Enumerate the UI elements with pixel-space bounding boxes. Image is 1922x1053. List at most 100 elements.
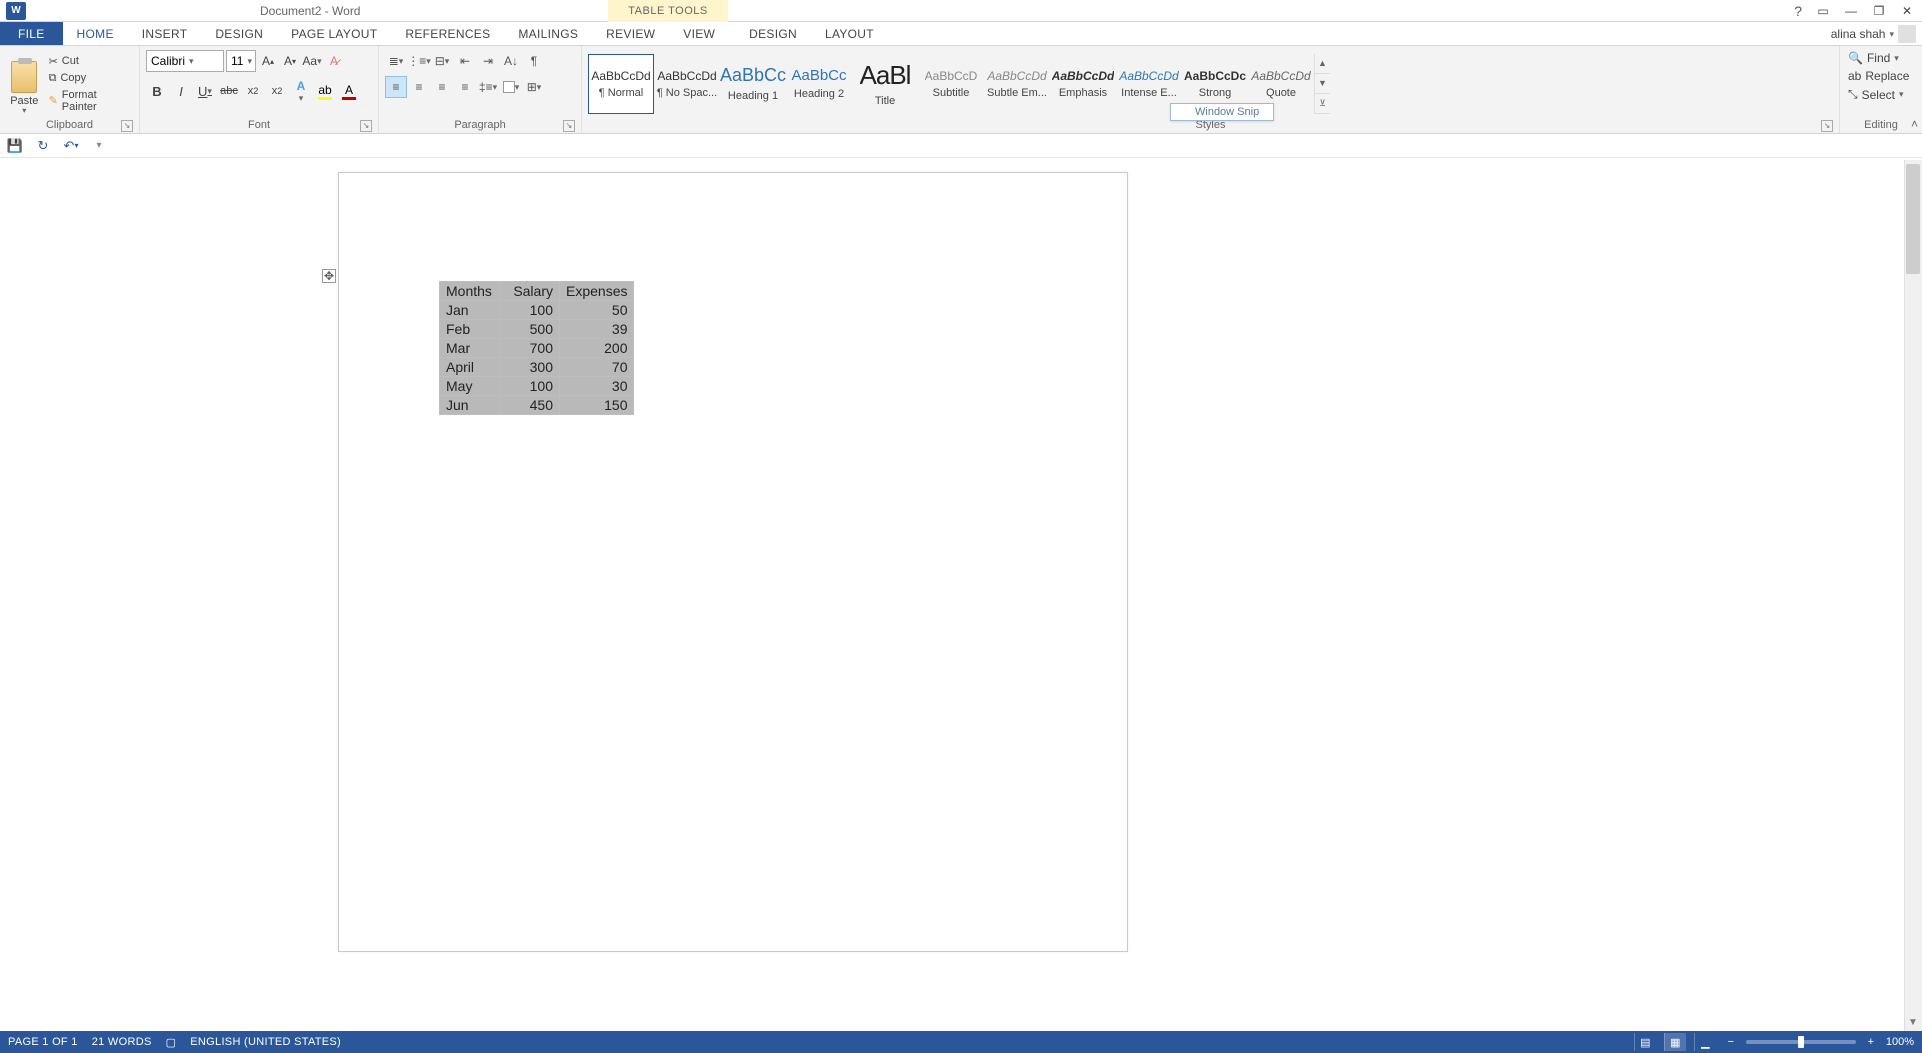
tab-page-layout[interactable]: PAGE LAYOUT <box>277 22 391 45</box>
scroll-thumb[interactable] <box>1906 164 1920 274</box>
table-row[interactable]: Feb50039 <box>440 320 634 339</box>
table-header-cell[interactable]: Months <box>440 282 500 301</box>
table-cell[interactable]: Jun <box>440 396 500 415</box>
minimize-icon[interactable]: — <box>1840 2 1862 20</box>
customize-qat-button[interactable]: ▾ <box>90 137 108 155</box>
table-cell[interactable]: 450 <box>500 396 560 415</box>
table-header-cell[interactable]: Salary <box>500 282 560 301</box>
styles-scroll-down-icon[interactable]: ▼ <box>1315 74 1330 94</box>
zoom-in-button[interactable]: + <box>1864 1036 1878 1048</box>
paragraph-dialog-launcher[interactable]: ↘ <box>563 120 575 132</box>
subscript-button[interactable]: x2 <box>242 80 264 102</box>
style-item-subtle-em-[interactable]: AaBbCcDdSubtle Em... <box>984 54 1050 114</box>
tab-file[interactable]: FILE <box>0 22 63 45</box>
table-cell[interactable]: Jan <box>440 301 500 320</box>
zoom-slider-thumb[interactable] <box>1798 1036 1804 1048</box>
undo-button[interactable]: ↶▾ <box>62 137 80 155</box>
styles-more-icon[interactable]: ⊻ <box>1315 94 1330 114</box>
paste-button[interactable]: Paste ▾ <box>6 54 43 114</box>
style-item--normal[interactable]: AaBbCcDd¶ Normal <box>588 54 654 114</box>
style-item--no-spac-[interactable]: AaBbCcDd¶ No Spac... <box>654 54 720 114</box>
underline-button[interactable]: U▾ <box>194 80 216 102</box>
repeat-button[interactable]: ↻ <box>34 137 52 155</box>
format-painter-button[interactable]: ✎Format Painter <box>47 88 133 114</box>
font-size-combo[interactable]: 11▾ <box>226 50 256 72</box>
table-row[interactable]: May10030 <box>440 377 634 396</box>
grow-font-button[interactable]: A▴ <box>258 51 278 71</box>
help-icon[interactable]: ? <box>1794 3 1802 19</box>
tab-view[interactable]: VIEW <box>669 22 729 45</box>
ribbon-display-options-icon[interactable]: ▭ <box>1812 2 1834 20</box>
table-move-handle-icon[interactable]: ✥ <box>322 269 336 283</box>
zoom-level[interactable]: 100% <box>1886 1036 1914 1048</box>
numbering-button[interactable]: ⋮≡▾ <box>408 50 430 72</box>
tab-review[interactable]: REVIEW <box>592 22 669 45</box>
font-name-combo[interactable]: Calibri▾ <box>146 50 224 72</box>
table-cell[interactable]: 150 <box>560 396 634 415</box>
table-cell[interactable]: 39 <box>560 320 634 339</box>
user-avatar-icon[interactable] <box>1898 25 1916 43</box>
scroll-down-arrow-icon[interactable]: ▼ <box>1904 1013 1922 1031</box>
document-table[interactable]: MonthsSalaryExpensesJan10050Feb50039Mar7… <box>439 281 634 415</box>
find-button[interactable]: 🔍Find▾ <box>1846 50 1901 66</box>
clear-formatting-button[interactable]: A̷ <box>324 51 344 71</box>
print-layout-view-button[interactable]: ▦ <box>1664 1033 1686 1051</box>
table-cell[interactable]: 70 <box>560 358 634 377</box>
spellcheck-status[interactable]: ▢ <box>166 1036 177 1049</box>
decrease-indent-button[interactable]: ⇤ <box>454 50 476 72</box>
shrink-font-button[interactable]: A▾ <box>280 51 300 71</box>
tab-design[interactable]: DESIGN <box>201 22 277 45</box>
table-cell[interactable]: 300 <box>500 358 560 377</box>
style-item-heading-2[interactable]: AaBbCcHeading 2 <box>786 54 852 114</box>
select-button[interactable]: ⤡Select▾ <box>1846 86 1906 103</box>
save-button[interactable]: 💾 <box>6 137 24 155</box>
style-item-heading-1[interactable]: AaBbCcHeading 1 <box>720 54 786 114</box>
zoom-slider[interactable] <box>1746 1040 1856 1044</box>
align-left-button[interactable]: ≡ <box>385 76 407 98</box>
table-cell[interactable]: 200 <box>560 339 634 358</box>
table-cell[interactable]: Feb <box>440 320 500 339</box>
table-cell[interactable]: May <box>440 377 500 396</box>
language-status[interactable]: ENGLISH (UNITED STATES) <box>190 1036 341 1048</box>
table-cell[interactable]: 50 <box>560 301 634 320</box>
collapse-ribbon-button[interactable]: ˄ <box>1911 117 1918 131</box>
user-name[interactable]: alina shah <box>1831 27 1886 41</box>
document-area[interactable]: ✥ MonthsSalaryExpensesJan10050Feb50039Ma… <box>0 160 1922 1031</box>
align-center-button[interactable]: ≡ <box>408 76 430 98</box>
multilevel-list-button[interactable]: ⊟▾ <box>431 50 453 72</box>
table-cell[interactable]: 100 <box>500 377 560 396</box>
tab-insert[interactable]: INSERT <box>128 22 202 45</box>
line-spacing-button[interactable]: ‡≡▾ <box>477 76 499 98</box>
tab-table-layout[interactable]: LAYOUT <box>811 22 888 45</box>
word-count-status[interactable]: 21 WORDS <box>92 1036 152 1048</box>
bullets-button[interactable]: ≣▾ <box>385 50 407 72</box>
copy-button[interactable]: ⧉Copy <box>47 71 133 86</box>
table-cell[interactable]: Mar <box>440 339 500 358</box>
read-mode-view-button[interactable]: ▤ <box>1634 1033 1656 1051</box>
styles-gallery-scroll[interactable]: ▲▼⊻ <box>1314 54 1330 114</box>
table-row[interactable]: Mar700200 <box>440 339 634 358</box>
table-row[interactable]: Jan10050 <box>440 301 634 320</box>
clipboard-dialog-launcher[interactable]: ↘ <box>121 120 133 132</box>
highlight-button[interactable]: ab <box>314 80 336 102</box>
font-dialog-launcher[interactable]: ↘ <box>360 120 372 132</box>
page-number-status[interactable]: PAGE 1 OF 1 <box>8 1036 78 1048</box>
align-right-button[interactable]: ≡ <box>431 76 453 98</box>
italic-button[interactable]: I <box>170 80 192 102</box>
style-item-subtitle[interactable]: AaBbCcDSubtitle <box>918 54 984 114</box>
style-item-title[interactable]: AaBlTitle <box>852 54 918 114</box>
cut-button[interactable]: ✂Cut <box>47 54 133 69</box>
increase-indent-button[interactable]: ⇥ <box>477 50 499 72</box>
table-row[interactable]: April30070 <box>440 358 634 377</box>
close-icon[interactable]: ✕ <box>1896 2 1918 20</box>
show-hide-button[interactable]: ¶ <box>523 50 545 72</box>
web-layout-view-button[interactable]: ▁ <box>1694 1033 1716 1051</box>
table-cell[interactable]: 500 <box>500 320 560 339</box>
page[interactable]: ✥ MonthsSalaryExpensesJan10050Feb50039Ma… <box>338 172 1128 952</box>
table-header-cell[interactable]: Expenses <box>560 282 634 301</box>
strikethrough-button[interactable]: abc <box>218 80 240 102</box>
zoom-out-button[interactable]: − <box>1724 1036 1738 1048</box>
justify-button[interactable]: ≡ <box>454 76 476 98</box>
styles-dialog-launcher[interactable]: ↘ <box>1821 120 1833 132</box>
tab-mailings[interactable]: MAILINGS <box>504 22 592 45</box>
